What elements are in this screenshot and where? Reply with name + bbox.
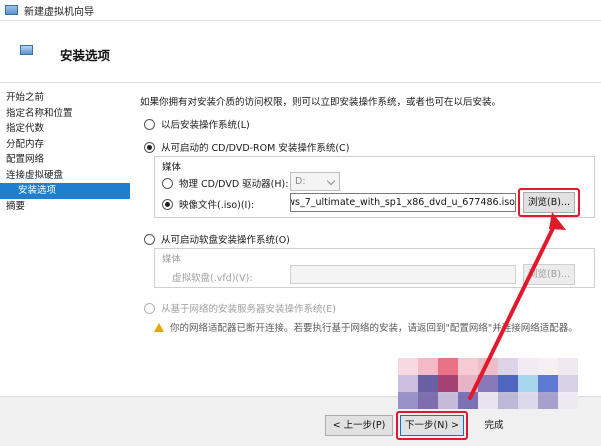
sidebar-item-name-location[interactable]: 指定名称和位置 [0,106,130,122]
sidebar-item-networking[interactable]: 配置网络 [0,152,130,168]
physical-drive-value: D: [295,176,306,187]
monitor-icon [20,45,33,55]
floppy-input[interactable] [290,265,516,284]
radio-image-file[interactable] [162,198,173,210]
option-physical-drive[interactable]: 物理 CD/DVD 驱动器(H): [162,176,288,190]
option-image-file[interactable]: 映像文件(.iso)(I): [162,197,254,211]
page-header: 安装选项 [0,21,601,83]
floppy-browse-button[interactable]: 浏览(B)... [523,264,575,285]
physical-drive-select[interactable]: D: [290,172,340,191]
browse-button-highlight [518,188,580,217]
floppy-media-group-label: 媒体 [162,254,182,265]
main-content: 如果你拥有对安装介质的访问权限，则可以立即安装操作系统，或者也可在以后安装。 以… [140,90,595,390]
network-warning-text: 你的网络适配器已断开连接。若要执行基于网络的安装，请返回到"配置网络"并连接网络… [170,323,578,334]
wizard-step-list: 开始之前 指定名称和位置 指定代数 分配内存 配置网络 连接虚拟硬盘 安装选项 … [0,84,130,394]
radio-physical-drive[interactable] [162,177,173,189]
sidebar-item-before-you-begin[interactable]: 开始之前 [0,90,130,106]
radio-install-from-network[interactable] [144,302,155,314]
option-install-from-cd[interactable]: 从可启动的 CD/DVD-ROM 安装操作系统(C) [144,140,349,154]
finish-button[interactable]: 完成 [474,415,514,436]
hyper-v-app-icon [5,5,18,15]
cd-media-group-label: 媒体 [162,162,182,173]
next-button-highlight [396,411,468,440]
image-file-value: windows_7_ultimate_with_sp1_x86_dvd_u_67… [291,197,515,208]
image-file-input[interactable]: windows_7_ultimate_with_sp1_x86_dvd_u_67… [290,193,516,212]
title-bar: 新建虚拟机向导 [0,0,601,21]
physical-drive-label: 物理 CD/DVD 驱动器(H): [179,179,289,190]
intro-text: 如果你拥有对安装介质的访问权限，则可以立即安装操作系统，或者也可在以后安装。 [140,97,502,108]
sidebar-item-installation-options[interactable]: 安装选项 [0,183,130,199]
option-install-from-floppy-label: 从可启动软盘安装操作系统(O) [161,235,290,246]
sidebar-item-virtual-disk[interactable]: 连接虚拟硬盘 [0,168,130,184]
option-install-from-network-label: 从基于网络的安装服务器安装操作系统(E) [161,304,336,315]
network-warning: 你的网络适配器已断开连接。若要执行基于网络的安装，请返回到"配置网络"并连接网络… [154,320,578,334]
option-install-later-label: 以后安装操作系统(L) [161,120,250,131]
previous-button[interactable]: < 上一步(P) [325,415,393,436]
radio-install-from-cd[interactable] [144,141,155,153]
sidebar-item-memory[interactable]: 分配内存 [0,137,130,153]
chevron-down-icon [326,176,336,186]
option-install-from-floppy[interactable]: 从可启动软盘安装操作系统(O) [144,232,290,246]
option-install-later[interactable]: 以后安装操作系统(L) [144,117,250,131]
floppy-label: 虚拟软盘(.vfd)(V): [172,273,253,284]
pixelated-mosaic [398,358,578,410]
radio-install-later[interactable] [144,118,155,130]
sidebar-item-generation[interactable]: 指定代数 [0,121,130,137]
page-title: 安装选项 [60,48,111,63]
image-file-label: 映像文件(.iso)(I): [179,200,255,211]
radio-install-from-floppy[interactable] [144,233,155,245]
warning-icon [154,322,164,332]
window-title: 新建虚拟机向导 [24,6,94,18]
option-install-from-network[interactable]: 从基于网络的安装服务器安装操作系统(E) [144,301,336,315]
sidebar-item-summary[interactable]: 摘要 [0,199,130,215]
option-install-from-cd-label: 从可启动的 CD/DVD-ROM 安装操作系统(C) [161,143,350,154]
